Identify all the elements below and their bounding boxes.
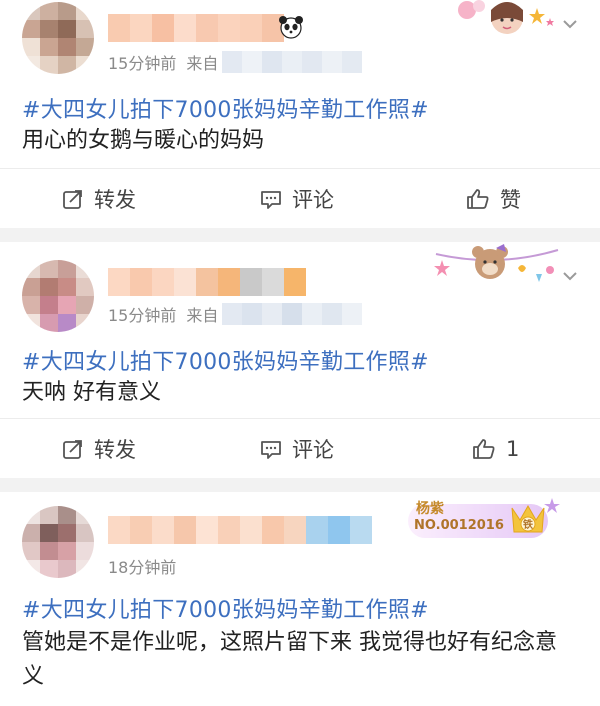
post-actions: 转发 评论 1 xyxy=(0,418,600,478)
chevron-down-icon[interactable] xyxy=(560,266,580,286)
like-button[interactable]: 1 xyxy=(472,419,519,479)
post-actions: 转发 评论 赞 xyxy=(0,168,600,228)
post-time: 18分钟前 xyxy=(108,558,177,577)
post-separator xyxy=(0,478,600,492)
topic-hashtag[interactable]: #大四女儿拍下7000张妈妈辛勤工作照# xyxy=(22,592,429,624)
badge-tier: 铁 xyxy=(523,520,533,531)
like-label: 赞 xyxy=(500,188,521,212)
repost-icon xyxy=(63,440,82,459)
comment-label: 评论 xyxy=(292,188,334,212)
panda-icon xyxy=(279,16,303,39)
post-meta: 15分钟前 来自 xyxy=(108,50,363,74)
repost-button[interactable]: 转发 xyxy=(62,419,136,479)
post-separator xyxy=(0,228,600,242)
like-count: 1 xyxy=(506,437,520,461)
post-2: 15分钟前 来自 #大四女儿拍下7000张妈妈辛勤工作照# 天呐 好有意义 转发… xyxy=(0,242,600,478)
badge-number: NO.0012016 xyxy=(414,518,504,533)
comment-button[interactable]: 评论 xyxy=(260,419,334,479)
post-text: 用心的女鹅与暖心的妈妈 xyxy=(22,128,265,153)
post-text: 管她是不是作业呢，这照片留下来 我觉得也好有纪念意义 xyxy=(22,630,557,689)
comment-icon xyxy=(261,441,281,459)
post-time: 15分钟前 xyxy=(108,54,177,73)
comment-label: 评论 xyxy=(292,438,334,462)
avatar-pendant-decoration xyxy=(455,0,560,40)
fan-badge[interactable]: 杨紫 NO.0012016 铁 xyxy=(406,494,560,544)
source-label: 来自 xyxy=(186,306,219,325)
repost-label: 转发 xyxy=(94,188,136,212)
repost-icon xyxy=(63,190,82,209)
like-button[interactable]: 赞 xyxy=(466,169,521,229)
post-text: 天呐 好有意义 xyxy=(22,380,161,405)
post-1: 15分钟前 来自 #大四女儿拍下7000张妈妈辛勤工作照# 用心的女鹅与暖心的妈… xyxy=(0,0,600,228)
thumbs-up-icon xyxy=(473,439,495,459)
avatar[interactable] xyxy=(22,260,94,332)
comment-button[interactable]: 评论 xyxy=(260,169,334,229)
source-label: 来自 xyxy=(186,54,219,73)
avatar[interactable] xyxy=(22,506,94,578)
post-meta: 18分钟前 xyxy=(108,554,176,578)
post-3: 18分钟前 杨紫 NO.0012016 铁 #大四女儿拍下7000张妈妈辛勤工作… xyxy=(0,492,600,706)
avatar[interactable] xyxy=(22,2,94,74)
badge-idol-name: 杨紫 xyxy=(416,501,444,517)
chevron-down-icon[interactable] xyxy=(560,14,580,34)
post-meta: 15分钟前 来自 xyxy=(108,302,363,326)
post-time: 15分钟前 xyxy=(108,306,177,325)
comment-icon xyxy=(261,191,281,209)
repost-label: 转发 xyxy=(94,438,136,462)
username-blurred[interactable] xyxy=(108,268,306,296)
topic-hashtag[interactable]: #大四女儿拍下7000张妈妈辛勤工作照# xyxy=(22,92,429,124)
bear-pendant-decoration xyxy=(432,244,562,290)
username-blurred[interactable] xyxy=(108,516,372,544)
repost-button[interactable]: 转发 xyxy=(62,169,136,229)
topic-hashtag[interactable]: #大四女儿拍下7000张妈妈辛勤工作照# xyxy=(22,344,429,376)
username-blurred[interactable] xyxy=(108,14,284,42)
source-blurred[interactable] xyxy=(222,51,363,73)
thumbs-up-icon xyxy=(467,189,489,209)
source-blurred[interactable] xyxy=(222,303,363,325)
